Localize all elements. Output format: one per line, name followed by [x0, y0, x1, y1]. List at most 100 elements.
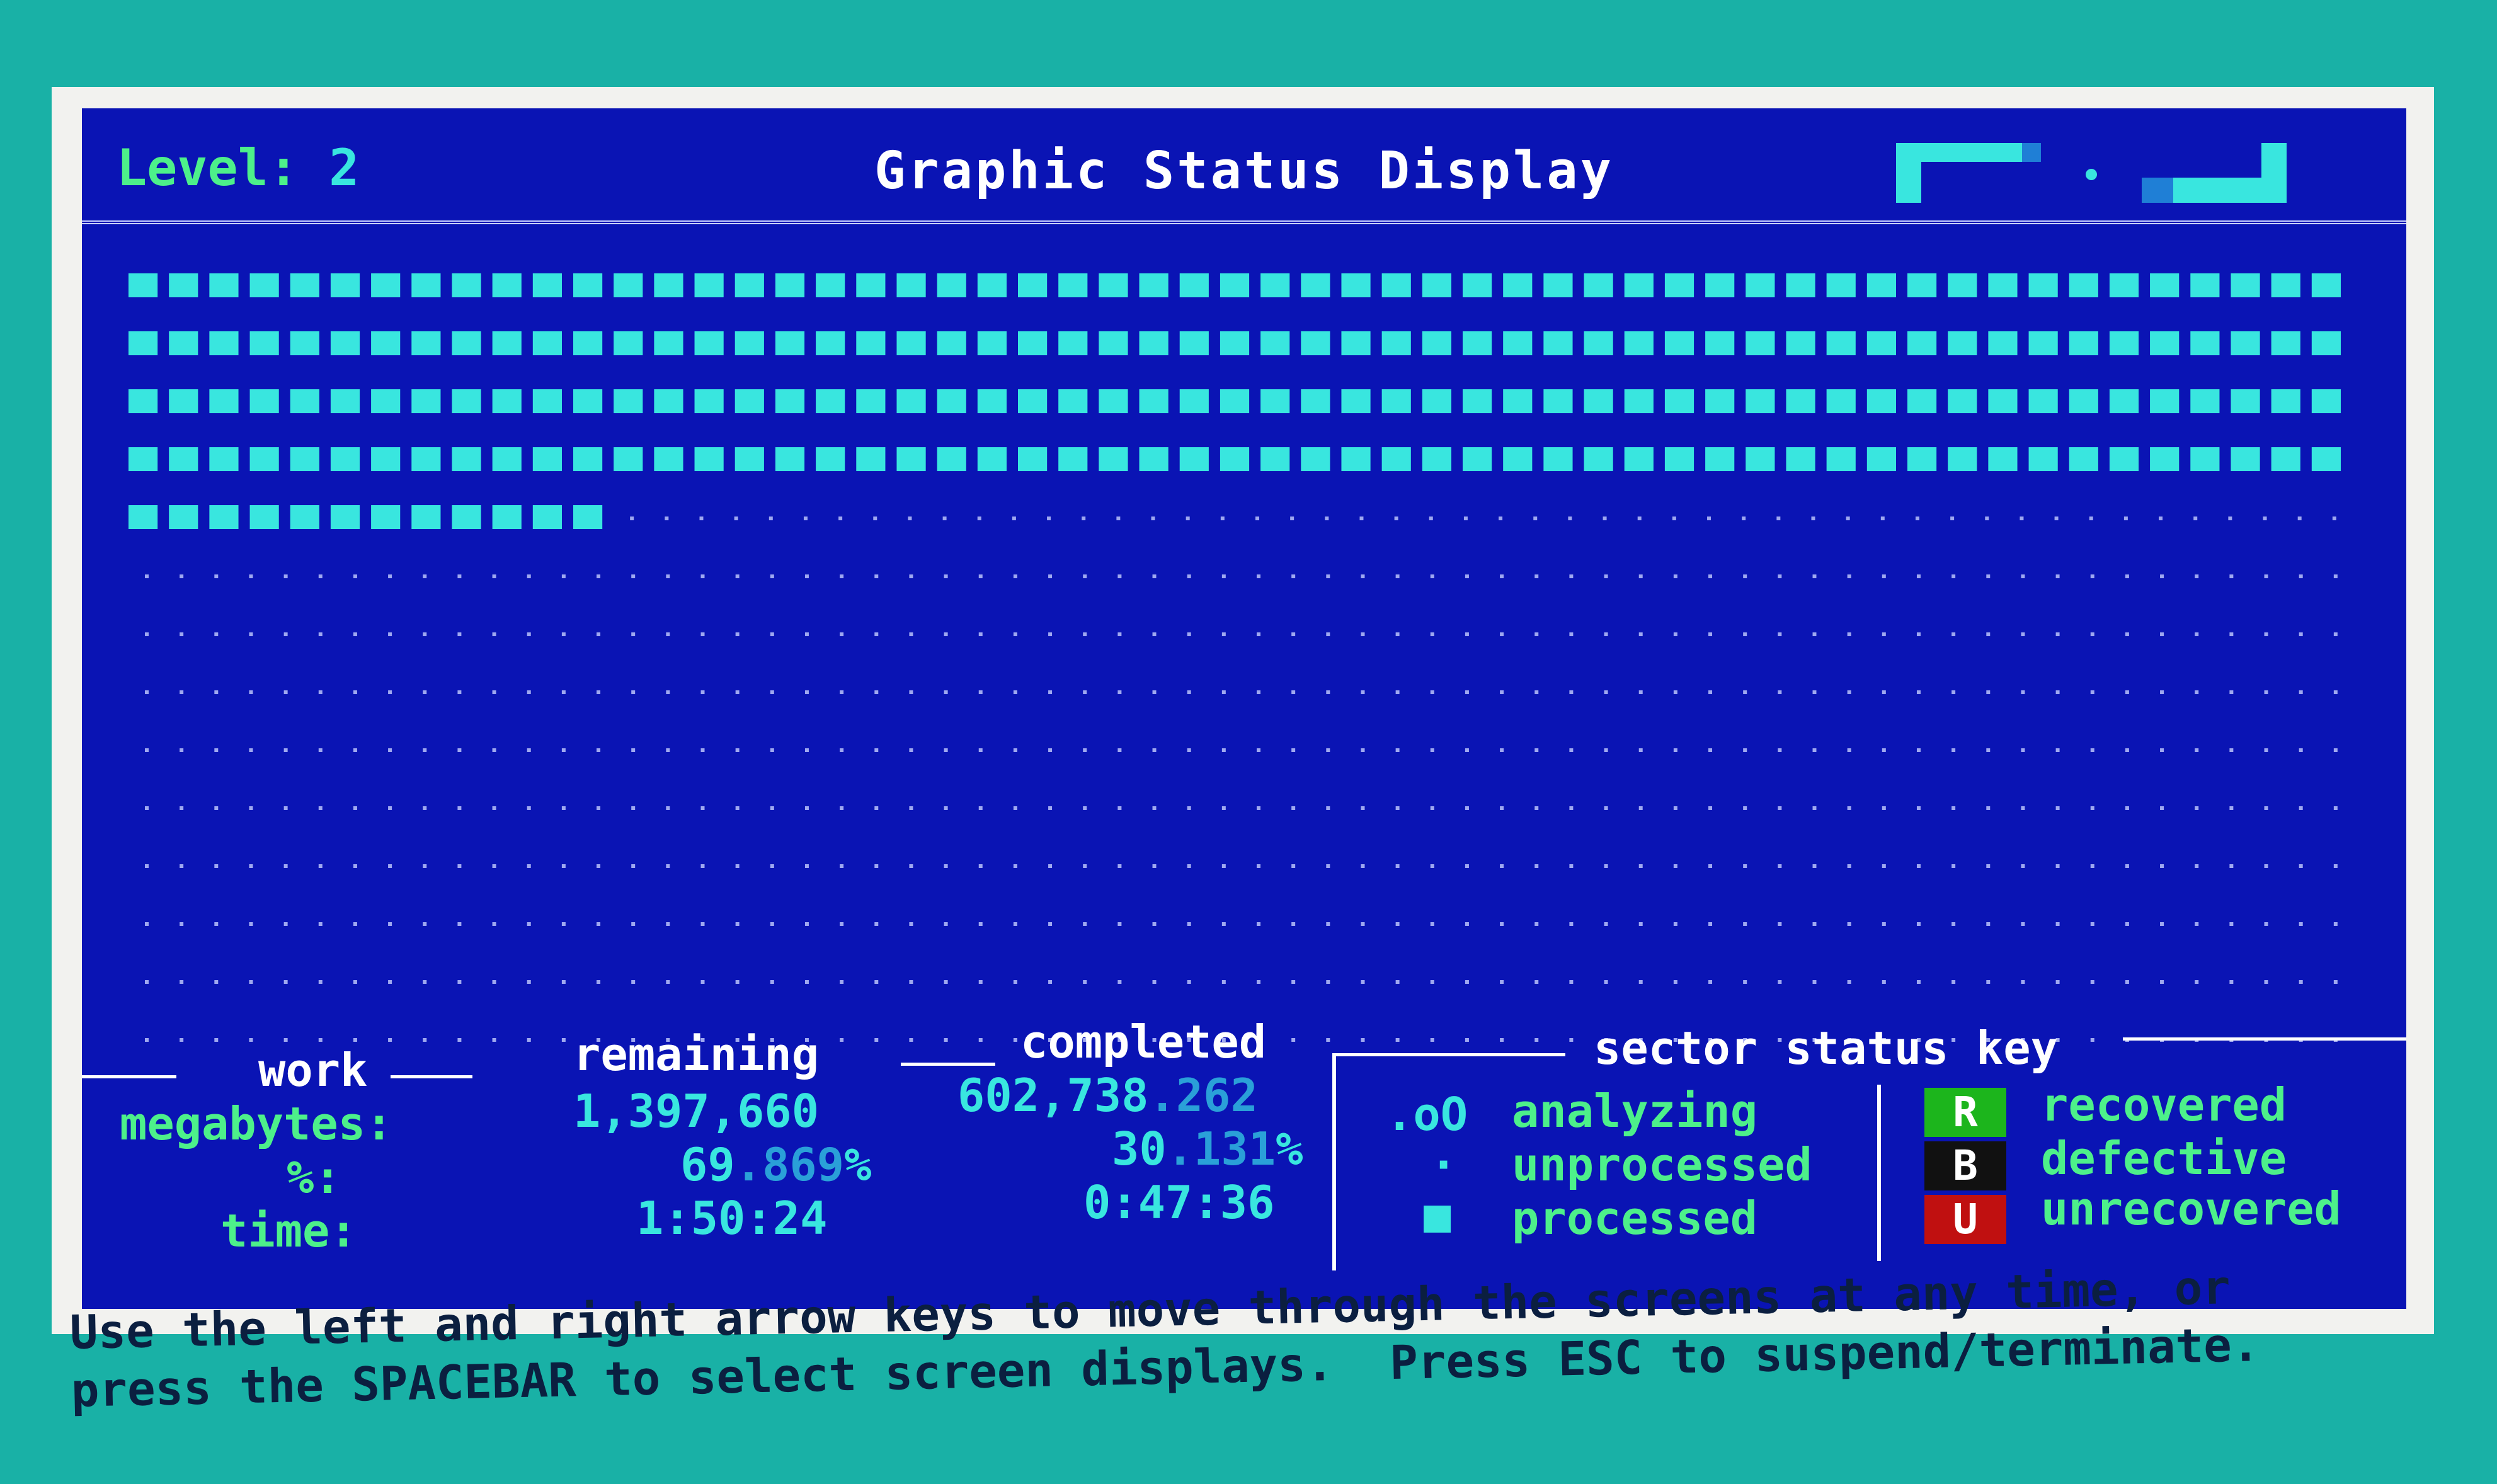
- unprocessed-dot: [1291, 748, 1296, 752]
- divider: [1877, 1085, 1881, 1261]
- processed-block: [2271, 389, 2300, 413]
- processed-block: [2069, 389, 2098, 413]
- processed-block: [129, 331, 158, 355]
- unprocessed-dot: [665, 517, 669, 520]
- unprocessed-dot: [527, 922, 531, 926]
- processed-block: [775, 273, 805, 297]
- unprocessed-dot: [527, 980, 531, 984]
- status-screen: Level: 2 Graphic Status Display work rem…: [82, 108, 2406, 1309]
- unprocessed-dot: [318, 690, 323, 694]
- unprocessed-dot: [944, 864, 948, 868]
- unprocessed-dot: [2021, 922, 2025, 926]
- unprocessed-dot: [1325, 517, 1329, 520]
- unprocessed-dot: [1847, 864, 1851, 868]
- unprocessed-dot: [283, 690, 288, 694]
- processed-block: [1018, 331, 1048, 355]
- unprocessed-dot: [2299, 690, 2303, 694]
- unprocessed-dot: [145, 980, 149, 984]
- unprocessed-dot: [492, 632, 496, 636]
- unprocessed-dot: [1013, 690, 1017, 694]
- remaining-header: remaining: [573, 1028, 820, 1081]
- processed-block: [371, 389, 401, 413]
- processed-block: [411, 447, 441, 471]
- unprocessed-dot: [2160, 806, 2164, 810]
- unprocessed-dot: [1778, 748, 1782, 752]
- unprocessed-dot: [874, 632, 879, 636]
- unprocessed-dot: [1743, 806, 1747, 810]
- processed-block: [492, 273, 522, 297]
- processed-block: [169, 273, 198, 297]
- processed-block: [1139, 331, 1169, 355]
- unprocessed-dot: [2264, 806, 2268, 810]
- processed-block: [1746, 389, 1775, 413]
- processed-block: [856, 273, 886, 297]
- unprocessed-dot: [1673, 864, 1677, 868]
- unprocessed-dot: [2055, 922, 2060, 926]
- unprocessed-dot: [388, 690, 392, 694]
- unprocessed-dot: [1778, 632, 1782, 636]
- unprocessed-dot: [1430, 806, 1434, 810]
- processed-block: [856, 447, 886, 471]
- unprocessed-dot: [700, 806, 705, 810]
- unprocessed-dot: [2054, 517, 2059, 520]
- unprocessed-dot: [353, 806, 357, 810]
- unprocessed-dot: [2299, 574, 2303, 578]
- processed-block: [2231, 447, 2260, 471]
- unprocessed-dot: [597, 632, 601, 636]
- unprocessed-dot: [2193, 517, 2198, 520]
- processed-block: [1705, 273, 1735, 297]
- processed-block: [694, 331, 724, 355]
- unprocessed-dot: [700, 632, 705, 636]
- processed-block: [1664, 331, 1694, 355]
- unprocessed-dot: [874, 690, 879, 694]
- unprocessed-dot: [1569, 980, 1574, 984]
- unprocessed-dot: [874, 864, 879, 868]
- processed-block: [654, 331, 683, 355]
- processed-block: [1301, 331, 1330, 355]
- unprocessed-dot: [1048, 922, 1053, 926]
- unprocessed-dot: [944, 806, 948, 810]
- unprocessed-dot: [1812, 806, 1817, 810]
- processed-block: [1664, 273, 1694, 297]
- processed-block: [330, 389, 360, 413]
- unprocessed-dot: [666, 806, 670, 810]
- unprocessed-dot: [597, 748, 601, 752]
- unprocessed-dot: [249, 922, 253, 926]
- unprocessed-dot: [2125, 632, 2129, 636]
- unprocessed-dot: [909, 922, 913, 926]
- unprocessed-dot: [1117, 690, 1122, 694]
- unprocessed-dot: [1847, 574, 1851, 578]
- unprocessed-dot: [1951, 980, 1956, 984]
- unprocessed-dot: [1534, 806, 1539, 810]
- completed-megabytes: 602,738.262: [957, 1069, 1258, 1122]
- unprocessed-dot: [1395, 690, 1400, 694]
- unprocessed-dot: [1083, 690, 1087, 694]
- unprocessed-dot: [388, 806, 392, 810]
- unprocessed-dot: [2297, 517, 2302, 520]
- unprocessed-dot: [1986, 574, 1991, 578]
- unprocessed-dot: [978, 690, 983, 694]
- unprocessed-dot: [1048, 864, 1053, 868]
- unprocessed-dot: [1986, 922, 1991, 926]
- unprocessed-dot: [457, 864, 462, 868]
- unprocessed-dot: [700, 922, 705, 926]
- processed-block: [1584, 447, 1613, 471]
- unprocessed-dot: [145, 748, 149, 752]
- unprocessed-dot: [1500, 748, 1504, 752]
- processed-block: [2028, 273, 2058, 297]
- unprocessed-dot: [1778, 980, 1782, 984]
- unprocessed-dot: [944, 690, 948, 694]
- processed-block: [330, 447, 360, 471]
- unprocessed-dot: [1847, 806, 1851, 810]
- divider: [1332, 1053, 1565, 1056]
- unprocessed-dot: [1186, 517, 1190, 520]
- unprocessed-dot: [1221, 748, 1226, 752]
- processed-block: [2109, 273, 2139, 297]
- key-title: sector status key: [1594, 1022, 2058, 1075]
- unprocessed-dot: [770, 980, 774, 984]
- unprocessed-dot: [1847, 632, 1851, 636]
- unprocessed-dot: [2123, 517, 2128, 520]
- unprocessed-dot: [1638, 748, 1643, 752]
- unprocessed-dot: [1916, 980, 1921, 984]
- processed-block: [1260, 331, 1290, 355]
